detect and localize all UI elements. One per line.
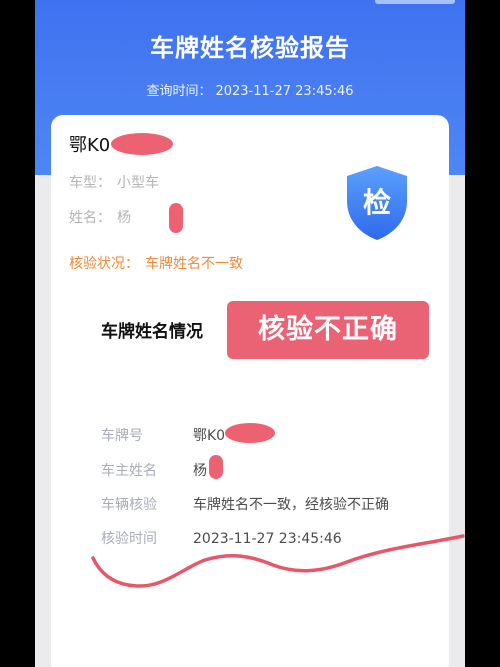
- owner-name-label: 姓名：: [69, 210, 111, 226]
- detail-row-check: 车辆核验 车牌姓名不一致，经核验不正确: [101, 494, 389, 514]
- detail-key: 车牌号: [101, 428, 143, 444]
- detail-value: 杨: [193, 463, 207, 479]
- page-title: 车牌姓名核验报告: [150, 34, 350, 62]
- vehicle-type-value: 小型车: [117, 175, 159, 191]
- detail-row-plate: 车牌号 鄂K0: [101, 425, 225, 445]
- query-time-label: 查询时间：: [146, 84, 212, 99]
- vehicle-type-row: 车型： 小型车: [69, 172, 159, 192]
- verification-status-label: 核验状况：: [69, 256, 139, 272]
- verification-status-value: 车牌姓名不一致: [145, 256, 243, 272]
- shield-badge-char: 检: [363, 186, 391, 219]
- shield-check-icon: 检: [347, 166, 407, 240]
- detail-value: 鄂K0: [193, 428, 226, 444]
- status-bar-indicator: [375, 0, 455, 4]
- plate-number: 鄂K0: [69, 135, 111, 156]
- result-label: 车牌姓名情况: [101, 322, 203, 342]
- plate-redaction: [111, 133, 173, 155]
- query-time-value: 2023-11-27 23:45:46: [215, 84, 354, 99]
- detail-row-time: 核验时间 2023-11-27 23:45:46: [101, 528, 342, 548]
- detail-owner-redaction: [209, 455, 223, 479]
- detail-value: 2023-11-27 23:45:46: [193, 531, 342, 547]
- owner-name-value: 杨: [117, 210, 131, 226]
- query-time: 查询时间： 2023-11-27 23:45:46: [35, 80, 465, 99]
- phone-screen: 车牌姓名核验报告 查询时间： 2023-11-27 23:45:46 鄂K0 车型…: [35, 0, 465, 667]
- detail-key: 车辆核验: [101, 497, 157, 513]
- detail-key: 车主姓名: [101, 463, 157, 479]
- name-redaction: [169, 203, 183, 233]
- report-card: 鄂K0 车型： 小型车 姓名： 杨 核验状况： 车牌姓名不一致 检 车牌姓名情况 核验…: [51, 115, 449, 667]
- detail-value: 车牌姓名不一致，经核验不正确: [193, 497, 389, 513]
- verdict-badge: 核验不正确: [227, 301, 429, 359]
- owner-name-row: 姓名： 杨: [69, 207, 131, 227]
- detail-plate-redaction: [225, 423, 275, 443]
- detail-row-owner: 车主姓名 杨: [101, 460, 207, 480]
- detail-key: 核验时间: [101, 531, 157, 547]
- verification-status-row: 核验状况： 车牌姓名不一致: [69, 253, 243, 273]
- vehicle-type-label: 车型：: [69, 175, 111, 191]
